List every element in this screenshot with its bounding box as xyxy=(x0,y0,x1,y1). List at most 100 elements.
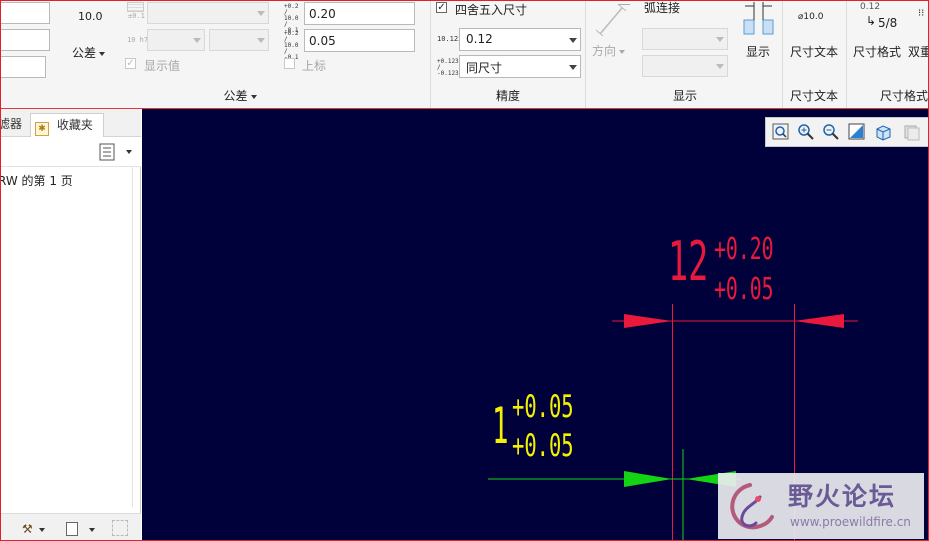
left-field-3[interactable] xyxy=(0,56,46,78)
round-dimension-checkbox[interactable]: ✓ xyxy=(436,2,447,13)
dual-dimension-button[interactable]: ⁝⁝ 双重 xyxy=(906,0,929,62)
yellow-dimension-lower[interactable]: +0.05 xyxy=(512,431,574,462)
red-dimension-value[interactable]: 12 xyxy=(668,235,708,289)
document-icon xyxy=(66,522,78,536)
zoom-out-button[interactable] xyxy=(822,123,840,141)
saved-views-button[interactable] xyxy=(902,123,920,141)
tolerance-format-icon: +0.123 / -0.123 xyxy=(437,58,459,77)
display-button-label: 显示 xyxy=(746,45,771,59)
tolerance-table-dropdown[interactable] xyxy=(147,2,269,24)
tab-favorites[interactable]: ✱ 收藏夹 xyxy=(30,113,104,137)
tab-filter-label: 滤器 xyxy=(0,117,23,131)
dimension-format-fraction-icon: 5/8 xyxy=(878,16,898,30)
list-view-icon xyxy=(99,143,115,161)
view-toolbar xyxy=(765,117,929,147)
forum-watermark: 野火论坛 www.proewildfire.cn xyxy=(718,473,924,539)
tolerance-button-label: 公差 xyxy=(72,46,97,60)
group-divider xyxy=(585,0,586,108)
left-field-2[interactable] xyxy=(0,29,50,51)
direction-label-wrap: 方向 xyxy=(592,42,626,59)
tolerance-icon: 10.0 xyxy=(78,10,103,23)
red-dimension-upper[interactable]: +0.20 xyxy=(714,235,774,265)
properties-button[interactable] xyxy=(66,522,100,538)
direction-button[interactable]: 方向 xyxy=(590,2,634,62)
tools-button[interactable]: ⚒ xyxy=(22,522,46,538)
zoom-fit-icon xyxy=(772,123,789,140)
group-divider xyxy=(430,0,431,108)
show-value-label: 显示值 xyxy=(144,59,181,73)
tolerance-button[interactable]: 10.0 公差 xyxy=(64,4,116,60)
superscript-checkbox[interactable] xyxy=(284,58,295,69)
layout-icon xyxy=(112,520,128,536)
panel-list: RW 的第 1 页 xyxy=(0,167,133,507)
panel-tabbar: 滤器 ✱ 收藏夹 xyxy=(0,109,141,137)
watermark-logo-icon xyxy=(730,483,774,530)
chevron-down-icon xyxy=(619,49,626,54)
upper-tolerance-value: 0.20 xyxy=(309,7,336,21)
yellow-dimension-upper[interactable]: +0.05 xyxy=(512,392,574,423)
red-arrowhead-right xyxy=(794,314,844,328)
saved-views-icon xyxy=(904,125,920,141)
red-arrowhead-left xyxy=(624,314,672,328)
tab-filter[interactable]: 滤器 xyxy=(0,113,28,137)
repaint-icon xyxy=(848,123,865,140)
list-item-label: RW 的第 1 页 xyxy=(0,174,73,188)
zoom-in-button[interactable] xyxy=(797,123,815,141)
repaint-button[interactable] xyxy=(848,123,866,141)
dimension-text-group-label: 尺寸文本 xyxy=(789,89,838,103)
chevron-down-icon xyxy=(99,51,106,56)
panel-toolbar xyxy=(0,137,141,167)
watermark-title: 野火论坛 xyxy=(788,482,897,511)
decimal-places-dropdown[interactable]: 0.12 xyxy=(459,28,581,51)
display-button[interactable]: 显示 xyxy=(740,0,778,62)
tolerance-plusminus-icon: ±0.1 xyxy=(128,12,145,20)
dimension-format-arrow-icon: ↳ xyxy=(866,14,877,28)
dimension-text-button[interactable]: ⌀10.0 尺寸文本 xyxy=(786,0,842,62)
tolerance-class-dropdown[interactable] xyxy=(147,29,205,51)
left-field-1[interactable] xyxy=(0,2,50,24)
display-dimension-icon xyxy=(743,2,774,35)
tolerance-h7-icon: 10 h7 xyxy=(127,36,149,44)
display-style-button[interactable] xyxy=(874,123,892,141)
tolerance-format-value: 同尺寸 xyxy=(466,61,503,75)
ribbon: 10.0 公差 ±0.1 10 h7 ✓ 显示值 +0.2 / 10.0 / -… xyxy=(0,0,929,109)
watermark-url: www.proewildfire.cn xyxy=(790,515,911,529)
group-divider xyxy=(782,0,783,108)
upper-tolerance-input[interactable]: 0.20 xyxy=(304,2,415,25)
model-tree-panel: 滤器 ✱ 收藏夹 RW 的第 1 页 ⚒ xyxy=(0,109,141,541)
zoom-in-icon xyxy=(798,124,814,140)
chevron-down-icon xyxy=(250,94,257,99)
chevron-down-icon xyxy=(126,150,132,154)
arc-style-dropdown-2[interactable] xyxy=(642,55,728,77)
lower-tolerance-icon: +0.2 / 10.0 / -0.1 xyxy=(284,30,299,61)
dimension-format-button-label: 尺寸格式 xyxy=(853,45,902,59)
tolerance-group-label-wrap[interactable]: 公差 xyxy=(180,87,300,105)
dimension-text-button-label: 尺寸文本 xyxy=(790,45,839,59)
hammer-icon: ⚒ xyxy=(22,522,33,536)
group-divider xyxy=(846,0,847,108)
decimal-places-value: 0.12 xyxy=(466,32,493,46)
display-group-label: 显示 xyxy=(672,89,697,103)
list-item[interactable]: RW 的第 1 页 xyxy=(0,171,133,189)
tolerance-format-dropdown[interactable]: 同尺寸 xyxy=(459,55,581,78)
zoom-out-icon xyxy=(823,124,839,140)
superscript-label: 上标 xyxy=(302,59,327,73)
panel-footer: ⚒ xyxy=(0,513,141,541)
chevron-down-icon xyxy=(39,528,45,532)
arc-connect-label: 弧连接 xyxy=(644,1,681,15)
dual-dimension-label: 双重 xyxy=(908,45,929,59)
list-view-button[interactable] xyxy=(99,143,135,163)
dimension-format-group-label: 尺寸格式 xyxy=(880,89,929,103)
dimension-format-button[interactable]: 0.12 ↳ 5/8 尺寸格式 xyxy=(850,0,906,62)
red-dimension-lower[interactable]: +0.05 xyxy=(714,275,774,305)
arc-style-dropdown-1[interactable] xyxy=(642,28,728,50)
lower-tolerance-input[interactable]: 0.05 xyxy=(304,29,415,52)
show-value-checkbox[interactable]: ✓ xyxy=(125,58,136,69)
green-arrowhead-left xyxy=(624,471,672,487)
tolerance-grade-dropdown[interactable] xyxy=(209,29,269,51)
precision-group-label: 精度 xyxy=(495,89,520,103)
cube-icon xyxy=(876,125,891,141)
round-dimension-label: 四舍五入尺寸 xyxy=(455,3,528,17)
zoom-fit-button[interactable] xyxy=(772,123,790,141)
yellow-dimension-value[interactable]: 1 xyxy=(492,401,509,451)
